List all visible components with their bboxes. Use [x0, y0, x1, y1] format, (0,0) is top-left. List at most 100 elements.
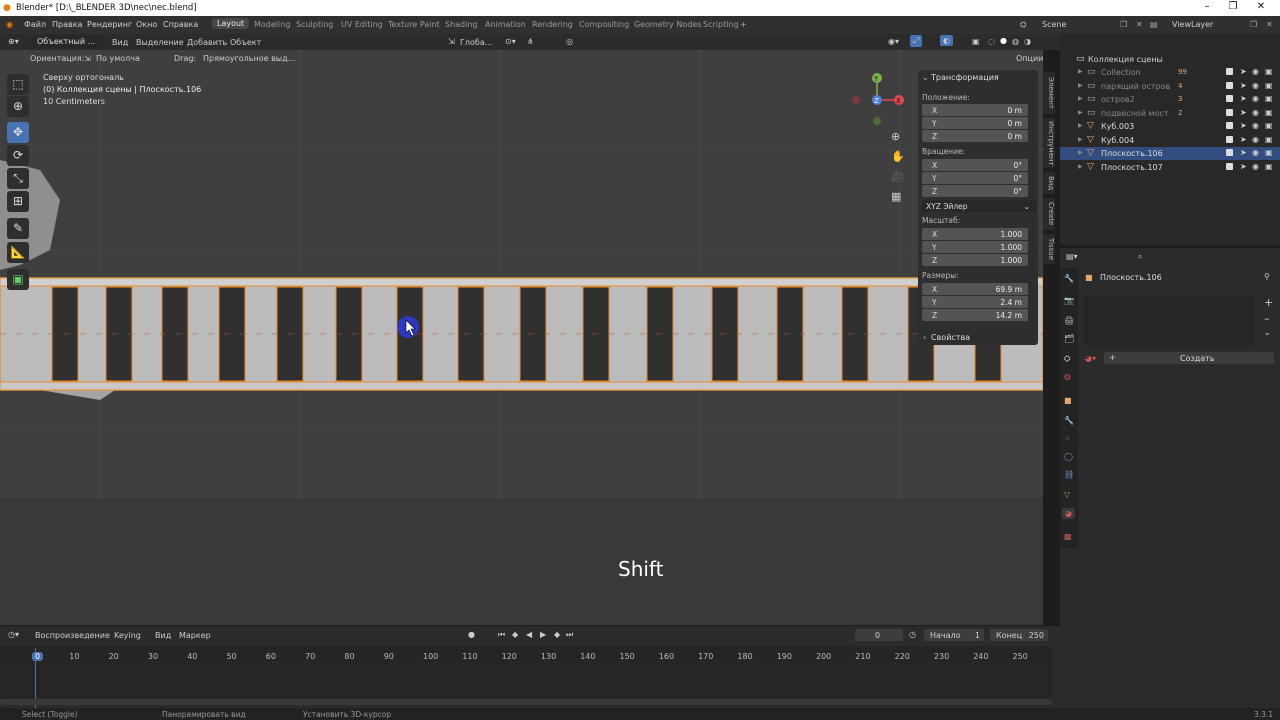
tab-compositing[interactable]: Compositing [577, 20, 631, 29]
zoom-icon[interactable]: ⊕ [891, 130, 900, 143]
exclude-checkbox[interactable] [1226, 68, 1233, 75]
blender-menu-icon[interactable]: ◉ [6, 20, 13, 29]
shading-wireframe-icon[interactable]: ◌ [988, 37, 995, 46]
eye-icon[interactable]: ◉ [1252, 94, 1259, 103]
measure-tool[interactable]: 📐 [7, 242, 29, 263]
tab-rendering[interactable]: Rendering [530, 20, 575, 29]
exclude-checkbox[interactable] [1226, 149, 1233, 156]
expand-arrow-icon[interactable]: ▶ [1078, 163, 1083, 170]
select-toggle-icon[interactable]: ➤ [1240, 108, 1247, 117]
outliner-row[interactable]: ▶ ▽ Куб.004 ➤ ◉ ▣ [1060, 134, 1280, 147]
expand-arrow-icon[interactable]: ▶ [1078, 82, 1083, 89]
shading-solid-icon[interactable]: ● [1000, 36, 1007, 45]
rotation-z-field[interactable]: Z 0° [922, 185, 1028, 197]
camera-view-icon[interactable]: 🎥 [891, 170, 905, 183]
outliner-row[interactable]: ▶ ▽ Плоскость.106 ➤ ◉ ▣ [1060, 147, 1280, 160]
tool-tab-icon[interactable]: 🔧 [1064, 274, 1074, 283]
menu-edit[interactable]: Правка [52, 20, 82, 29]
exclude-checkbox[interactable] [1226, 122, 1233, 129]
tab-view[interactable]: Вид [1043, 172, 1055, 194]
select-toggle-icon[interactable]: ➤ [1240, 94, 1247, 103]
playback-menu[interactable]: Воспроизведение [35, 631, 110, 640]
location-z-field[interactable]: Z0 m [922, 130, 1028, 142]
tab-modeling[interactable]: Modeling [252, 20, 292, 29]
expand-chevron-icon[interactable]: › [923, 333, 926, 342]
expand-arrow-icon[interactable]: ▶ [1078, 149, 1083, 156]
render-toggle-icon[interactable]: ▣ [1265, 108, 1273, 117]
outliner-row[interactable]: ▶ ▽ Куб.003 ➤ ◉ ▣ [1060, 120, 1280, 133]
properties-subpanel[interactable]: Свойства [931, 333, 970, 342]
add-cube-tool[interactable]: ▣ [7, 269, 29, 290]
material-slot-list[interactable] [1084, 295, 1254, 347]
select-box-tool[interactable]: ⬚ [7, 74, 29, 95]
annotate-tool[interactable]: ✎ [7, 218, 29, 239]
tab-create[interactable]: Create [1043, 198, 1055, 230]
expand-arrow-icon[interactable]: ▶ [1078, 122, 1083, 129]
new-material-button[interactable]: + Создать [1104, 352, 1274, 364]
cursor-tool[interactable]: ⊕ [7, 96, 29, 117]
slot-specials-icon[interactable]: ⌄ [1264, 328, 1271, 337]
select-toggle-icon[interactable]: ➤ [1240, 148, 1247, 157]
gizmo-toggle-icon[interactable]: ⤢ [910, 35, 923, 47]
constraints-tab-icon[interactable]: ⛓ [1064, 470, 1074, 479]
tab-tissue[interactable]: Tissue [1043, 234, 1055, 264]
material-tab-icon[interactable]: ◕ [1062, 508, 1075, 519]
scene-name[interactable]: Scene [1042, 20, 1066, 29]
render-toggle-icon[interactable]: ▣ [1265, 67, 1273, 76]
physics-tab-icon[interactable]: ◯ [1064, 452, 1073, 461]
eye-icon[interactable]: ◉ [1252, 108, 1259, 117]
properties-search-icon[interactable]: ⌕ [1138, 252, 1142, 262]
scene-tab-icon[interactable]: ⛭ [1064, 354, 1070, 364]
collapse-chevron-icon[interactable]: ⌄ [922, 73, 929, 82]
eye-icon[interactable]: ◉ [1252, 67, 1259, 76]
navigation-gizmo[interactable]: Y X Z [848, 70, 908, 130]
timeline-editor-icon[interactable]: ◷▾ [8, 630, 19, 639]
new-viewlayer-icon[interactable]: ❐ [1250, 20, 1257, 29]
delete-viewlayer-icon[interactable]: ✕ [1266, 20, 1273, 29]
exclude-checkbox[interactable] [1226, 162, 1233, 170]
outliner-row[interactable]: ▶ ▭ остров2 3 ➤ ◉ ▣ [1060, 93, 1280, 106]
outliner-row[interactable]: ▶ ▭ парящий остров 4 ➤ ◉ ▣ [1060, 80, 1280, 93]
start-frame-field[interactable]: Начало 1 [924, 629, 984, 641]
tab-animation[interactable]: Animation [483, 20, 528, 29]
tab-uv-editing[interactable]: UV Editing [339, 20, 385, 29]
outliner-row[interactable]: ▶ ▽ Плоскость.107 ➤ ◉ ▣ [1060, 161, 1280, 174]
shading-material-icon[interactable]: ◍ [1012, 37, 1019, 46]
transform-orientation-dropdown[interactable]: Глоба... [460, 38, 492, 47]
render-toggle-icon[interactable]: ▣ [1265, 148, 1273, 157]
play-reverse-icon[interactable]: ◀ [526, 630, 532, 639]
pivot-icon[interactable]: ⊙▾ [505, 37, 516, 46]
location-x-field[interactable]: X0 m [922, 104, 1028, 116]
transform-panel-title[interactable]: Трансформация [931, 73, 999, 82]
menu-select[interactable]: Выделение [136, 38, 184, 47]
tab-tool[interactable]: Инструмент [1043, 118, 1055, 168]
tab-item[interactable]: Элемент [1043, 72, 1055, 114]
tab-scripting[interactable]: Scripting [701, 20, 741, 29]
move-tool[interactable]: ✥ [7, 122, 29, 143]
timeline-view-menu[interactable]: Вид [155, 631, 171, 640]
scale-x-field[interactable]: X 1.000 [922, 228, 1028, 240]
select-toggle-icon[interactable]: ➤ [1240, 81, 1247, 90]
menu-view[interactable]: Вид [112, 38, 128, 47]
render-toggle-icon[interactable]: ▣ [1265, 162, 1273, 171]
transform-tool[interactable]: ⊞ [7, 191, 29, 212]
outliner-row[interactable]: ▶ ▭ Collection 99 ➤ ◉ ▣ [1060, 66, 1280, 79]
eye-icon[interactable]: ◉ [1252, 121, 1259, 130]
exclude-checkbox[interactable] [1226, 135, 1233, 143]
render-toggle-icon[interactable]: ▣ [1265, 135, 1273, 144]
world-tab-icon[interactable]: ◍ [1064, 372, 1071, 381]
render-toggle-icon[interactable]: ▣ [1265, 94, 1273, 103]
play-icon[interactable]: ▶ [540, 630, 546, 639]
expand-arrow-icon[interactable]: ▶ [1078, 95, 1083, 102]
texture-tab-icon[interactable]: ▩ [1064, 532, 1072, 541]
scale-y-field[interactable]: Y 1.000 [922, 241, 1028, 253]
select-toggle-icon[interactable]: ➤ [1240, 121, 1247, 130]
select-toggle-icon[interactable]: ➤ [1240, 67, 1247, 76]
menu-window[interactable]: Окно [136, 20, 157, 29]
maximize-icon[interactable]: ❐ [1224, 1, 1242, 12]
close-icon[interactable]: ✕ [1252, 1, 1270, 12]
rotate-tool[interactable]: ⟳ [7, 145, 29, 166]
outliner-row[interactable]: ▶ ▭ подвесной мост 2 ➤ ◉ ▣ [1060, 107, 1280, 120]
expand-arrow-icon[interactable]: ▶ [1078, 68, 1083, 75]
tab-shading[interactable]: Shading [443, 20, 480, 29]
